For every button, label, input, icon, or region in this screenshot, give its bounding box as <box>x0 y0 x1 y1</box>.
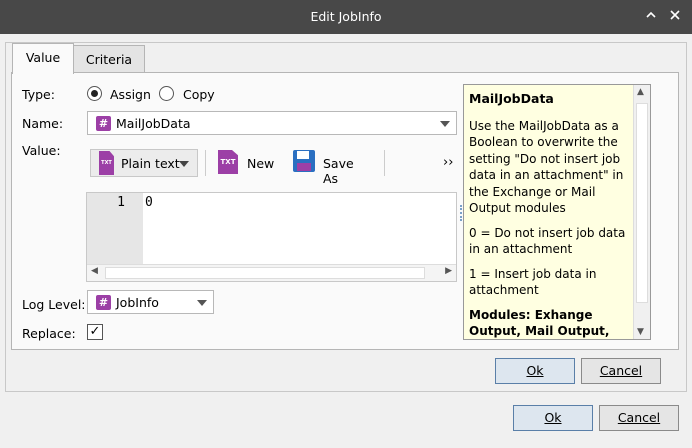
variable-hash-icon: # <box>96 116 111 131</box>
format-label: Plain text <box>121 156 180 171</box>
copy-radio-label[interactable]: Copy <box>183 87 215 102</box>
log-level-value: JobInfo <box>116 295 159 310</box>
scroll-up-icon[interactable]: ▲ <box>637 87 644 97</box>
save-as-label: Save As <box>323 156 354 186</box>
help-panel: MailJobData Use the MailJobData as a Boo… <box>463 84 651 340</box>
expand-icon[interactable] <box>640 6 662 28</box>
toolbar-separator <box>384 150 385 176</box>
window-title: Edit JobInfo <box>310 9 382 24</box>
help-paragraph: 1 = Insert job data in attachment <box>469 266 597 298</box>
name-value: MailJobData <box>116 116 191 131</box>
assign-radio-label[interactable]: Assign <box>110 87 151 102</box>
chevron-down-icon[interactable] <box>440 121 450 127</box>
scroll-thumb[interactable] <box>636 103 648 303</box>
scroll-thumb[interactable] <box>105 267 425 279</box>
close-icon[interactable] <box>664 6 686 28</box>
toolbar-overflow-button[interactable]: ›› <box>443 155 453 170</box>
name-combobox[interactable]: # MailJobData <box>87 111 457 135</box>
copy-radio[interactable] <box>159 86 174 101</box>
floppy-disk-icon <box>292 149 316 176</box>
value-label: Value: <box>22 143 61 158</box>
cancel-button[interactable]: Cancel <box>599 405 679 431</box>
value-editor[interactable]: 1 0 ◀ ▶ <box>86 192 457 282</box>
help-footer: Modules: Exhange Output, Mail Output, <box>469 307 610 339</box>
line-number: 1 <box>117 195 125 210</box>
help-vertical-scrollbar[interactable]: ▲ ▼ <box>633 85 650 339</box>
tab-criteria[interactable]: Criteria <box>73 45 145 74</box>
help-paragraph: 0 = Do not insert job data in an attachm… <box>469 225 626 257</box>
line-number-gutter: 1 <box>87 193 143 265</box>
tab-value[interactable]: Value <box>12 43 74 74</box>
chevron-down-icon[interactable] <box>197 300 207 306</box>
ok-button[interactable]: Ok <box>513 405 593 431</box>
name-label: Name: <box>22 116 64 131</box>
txt-file-icon: TXT <box>99 151 114 175</box>
new-label: New <box>247 156 275 171</box>
editor-text[interactable]: 0 <box>145 195 153 210</box>
toolbar-separator <box>205 150 206 176</box>
title-bar: Edit JobInfo <box>0 0 692 34</box>
help-title: MailJobData <box>469 91 554 106</box>
inner-cancel-button[interactable]: Cancel <box>581 358 661 384</box>
type-label: Type: <box>22 87 55 102</box>
scroll-down-icon[interactable]: ▼ <box>637 327 644 337</box>
horizontal-scrollbar[interactable]: ◀ ▶ <box>87 264 456 281</box>
log-level-label: Log Level: <box>22 297 86 312</box>
save-as-button[interactable]: Save As <box>290 149 372 186</box>
chevron-down-icon <box>179 161 189 167</box>
format-dropdown[interactable]: TXT Plain text <box>90 149 198 177</box>
variable-hash-icon: # <box>96 295 111 310</box>
inner-ok-button[interactable]: Ok <box>495 358 575 384</box>
log-level-combobox[interactable]: # JobInfo <box>87 290 214 314</box>
scroll-right-icon[interactable]: ▶ <box>445 266 452 276</box>
scroll-left-icon[interactable]: ◀ <box>91 266 98 276</box>
replace-checkbox[interactable]: ✓ <box>87 324 103 340</box>
replace-label: Replace: <box>22 326 76 341</box>
txt-file-icon: TXT <box>218 150 238 174</box>
help-paragraph: Use the MailJobData as a Boolean to over… <box>469 118 624 216</box>
new-button[interactable]: TXT New <box>216 149 280 177</box>
assign-radio[interactable] <box>87 86 102 101</box>
splitter-handle[interactable] <box>460 205 462 221</box>
